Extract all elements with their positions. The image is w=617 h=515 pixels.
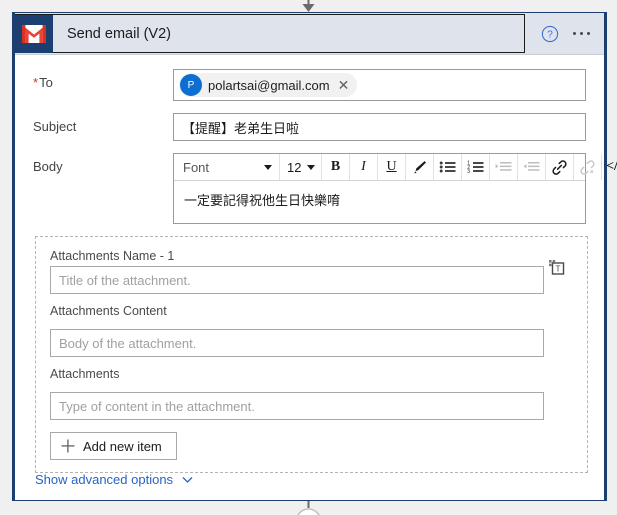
ellipsis-dot (572, 31, 576, 36)
attachment-content-type-field: Attachments Content-Type - 1 (50, 367, 573, 420)
send-email-action-card: Send email (V2) ? *To P polartsai@gmail.… (12, 12, 617, 501)
attachments-group: Attachments Name - 1 T Attachments Conte… (35, 236, 588, 473)
bold-button[interactable]: B (322, 154, 350, 180)
field-to: *To P polartsai@gmail.com ✕ (15, 55, 604, 101)
numbered-list-icon[interactable]: 1 2 3 (462, 154, 490, 180)
card-title: Send email (V2) (67, 25, 171, 42)
avatar: P (180, 74, 202, 96)
card-header-title-area[interactable]: Send email (V2) (15, 14, 525, 53)
attachment-content-label: Attachments Content - 1 (50, 304, 167, 318)
unlink-icon[interactable] (574, 154, 602, 180)
svg-text:?: ? (547, 29, 553, 40)
decrease-indent-icon[interactable] (518, 154, 546, 180)
show-advanced-options-link[interactable]: Show advanced options (35, 472, 194, 487)
rich-text-editor: Font 12 B I U 1 2 3 < 一定要記得祝他生日快樂唷 (173, 153, 617, 224)
ellipsis-icon[interactable] (572, 31, 590, 36)
svg-text:T: T (555, 264, 560, 274)
font-size-value: 12 (287, 159, 302, 175)
italic-button[interactable]: I (350, 154, 378, 180)
chevron-down-icon (264, 164, 272, 170)
subject-label: Subject (33, 119, 77, 134)
delete-attachment-icon[interactable]: T (547, 257, 567, 277)
attachment-content-type-label: Attachments Content-Type - 1 (50, 367, 120, 381)
card-header-actions: ? (525, 13, 605, 54)
body-label: Body (33, 159, 63, 174)
field-body: Body Font 12 B I U 1 2 3 < 一定要記得祝他生日快樂唷 (15, 141, 617, 224)
increase-indent-icon[interactable] (490, 154, 518, 180)
recipient-email: polartsai@gmail.com (208, 77, 330, 93)
subject-input[interactable] (173, 113, 586, 141)
code-view-button[interactable]: </> (602, 154, 617, 180)
subject-control (173, 113, 586, 141)
font-family-value: Font (183, 159, 210, 175)
attachment-content-field: Attachments Content - 1 (50, 304, 573, 357)
font-size-dropdown[interactable]: 12 (280, 154, 322, 180)
recipient-token[interactable]: P polartsai@gmail.com ✕ (179, 73, 358, 97)
to-label-text: To (39, 75, 53, 90)
to-input[interactable]: P polartsai@gmail.com ✕ (173, 69, 586, 101)
svg-text:3: 3 (467, 169, 470, 174)
ellipsis-dot (579, 31, 583, 36)
attachment-content-input[interactable] (50, 329, 544, 357)
underline-button[interactable]: U (378, 154, 406, 180)
bulleted-list-icon[interactable] (434, 154, 462, 180)
add-new-item-label: Add new item (83, 438, 162, 454)
flow-step-canvas: Send email (V2) ? *To P polartsai@gmail.… (0, 0, 617, 515)
card-header: Send email (V2) ? (15, 13, 604, 55)
ellipsis-dot (586, 31, 590, 36)
attachment-name-field: Attachments Name - 1 T (50, 249, 573, 294)
chevron-down-icon (182, 477, 193, 483)
help-circle-icon[interactable]: ? (541, 25, 559, 43)
attachment-name-label: Attachments Name - 1 (50, 249, 175, 263)
gmail-icon (15, 14, 53, 53)
card-body: *To P polartsai@gmail.com ✕ Subject 【提醒】… (15, 55, 617, 500)
plus-icon (61, 439, 75, 453)
pen-highlight-icon[interactable] (406, 154, 434, 180)
attachment-name-input[interactable] (50, 266, 544, 294)
show-advanced-options-label: Show advanced options (35, 472, 174, 487)
body-control: Font 12 B I U 1 2 3 < 一定要記得祝他生日快樂唷 (173, 153, 617, 224)
to-control: P polartsai@gmail.com ✕ (173, 69, 586, 101)
close-icon[interactable]: ✕ (336, 78, 354, 92)
required-marker: * (33, 75, 39, 90)
field-subject: Subject (15, 101, 604, 141)
body-text-area[interactable]: 一定要記得祝他生日快樂唷 (174, 181, 585, 223)
rich-text-toolbar: Font 12 B I U 1 2 3 < (174, 154, 617, 181)
add-new-item-button[interactable]: Add new item (50, 432, 177, 460)
attachment-content-type-input[interactable] (50, 392, 544, 420)
to-label: *To (33, 69, 173, 91)
link-icon[interactable] (546, 154, 574, 180)
gmail-envelope-glyph (22, 24, 46, 43)
font-family-dropdown[interactable]: Font (174, 154, 280, 180)
chevron-down-icon (307, 164, 315, 170)
